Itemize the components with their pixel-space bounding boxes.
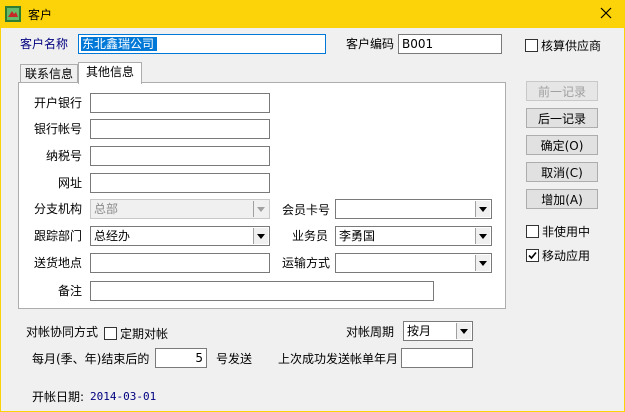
chevron-down-icon bbox=[257, 233, 265, 239]
bank-label: 开户银行 bbox=[34, 96, 83, 110]
chevron-down-icon bbox=[479, 260, 487, 266]
end-suffix-label: 号发送 bbox=[216, 352, 253, 366]
chevron-down-icon bbox=[257, 206, 265, 212]
supplier-checkbox-box[interactable] bbox=[525, 39, 538, 52]
customer-name-value: 东北鑫瑞公司 bbox=[82, 37, 155, 51]
tax-no-input[interactable] bbox=[90, 146, 270, 166]
app-icon bbox=[5, 6, 21, 22]
shipping-select-arrow[interactable] bbox=[475, 255, 490, 271]
regular-reconcile-checkbox-box[interactable] bbox=[104, 327, 117, 340]
prev-record-button[interactable]: 前一记录 bbox=[526, 81, 598, 101]
add-button[interactable]: 增加(A) bbox=[526, 189, 598, 209]
salesman-select-arrow[interactable] bbox=[475, 228, 490, 244]
mobile-app-checkbox[interactable]: 移动应用 bbox=[526, 247, 590, 264]
member-card-label: 会员卡号 bbox=[282, 203, 331, 217]
branch-label: 分支机构 bbox=[34, 202, 83, 216]
branch-select-arrow[interactable] bbox=[253, 201, 268, 217]
website-input[interactable] bbox=[90, 173, 270, 193]
bank-account-input[interactable] bbox=[90, 119, 270, 139]
next-record-button[interactable]: 后一记录 bbox=[526, 108, 598, 128]
chevron-down-icon bbox=[460, 328, 468, 334]
bank-input[interactable] bbox=[90, 93, 270, 113]
inactive-checkbox[interactable]: 非使用中 bbox=[526, 223, 590, 240]
shipping-label: 运输方式 bbox=[282, 256, 331, 270]
end-days-input[interactable] bbox=[155, 348, 207, 368]
cancel-button[interactable]: 取消(C) bbox=[526, 162, 598, 182]
dept-select-value: 总经办 bbox=[94, 229, 131, 243]
dept-select[interactable]: 总经办 bbox=[90, 226, 270, 246]
tab-other-info-label: 其他信息 bbox=[85, 65, 134, 79]
bank-account-label: 银行帐号 bbox=[34, 122, 83, 136]
customer-name-label: 客户名称 bbox=[20, 37, 69, 51]
dept-label: 跟踪部门 bbox=[34, 229, 83, 243]
website-label: 网址 bbox=[58, 176, 83, 190]
reconcile-period-label: 对帐周期 bbox=[346, 325, 395, 339]
reconcile-method-label: 对帐协同方式 bbox=[26, 325, 99, 339]
open-date-value: 2014-03-01 bbox=[90, 390, 157, 403]
chevron-down-icon bbox=[479, 233, 487, 239]
title-bar[interactable]: 客户 bbox=[0, 0, 625, 28]
salesman-label: 业务员 bbox=[292, 229, 329, 243]
regular-reconcile-checkbox[interactable]: 定期对帐 bbox=[104, 325, 168, 342]
last-sent-label: 上次成功发送帐单年月 bbox=[278, 352, 399, 366]
remark-label: 备注 bbox=[58, 284, 83, 298]
delivery-label: 送货地点 bbox=[34, 256, 83, 270]
reconcile-period-value: 按月 bbox=[407, 324, 432, 338]
window-title: 客户 bbox=[28, 8, 53, 22]
inactive-checkbox-box[interactable] bbox=[526, 225, 539, 238]
customer-code-label: 客户编码 bbox=[346, 37, 395, 51]
end-prefix-label: 每月(季、年)结束后的 bbox=[32, 352, 150, 366]
regular-reconcile-label: 定期对帐 bbox=[120, 327, 169, 341]
member-card-select[interactable] bbox=[335, 199, 492, 219]
mobile-app-checkbox-box[interactable] bbox=[526, 249, 539, 262]
last-sent-input[interactable] bbox=[401, 348, 473, 368]
ok-button[interactable]: 确定(O) bbox=[526, 135, 598, 155]
tab-contact-info-label: 联系信息 bbox=[24, 67, 73, 81]
tab-panel bbox=[18, 82, 506, 309]
open-date-label: 开帐日期: bbox=[32, 390, 85, 404]
customer-name-field[interactable]: 东北鑫瑞公司 bbox=[78, 34, 326, 54]
tax-no-label: 纳税号 bbox=[46, 149, 83, 163]
reconcile-period-select[interactable]: 按月 bbox=[403, 321, 473, 341]
inactive-checkbox-label: 非使用中 bbox=[542, 225, 591, 239]
supplier-checkbox-label: 核算供应商 bbox=[541, 39, 602, 53]
checkmark-icon bbox=[528, 251, 537, 260]
tab-contact-info[interactable]: 联系信息 bbox=[20, 64, 78, 84]
supplier-checkbox[interactable]: 核算供应商 bbox=[525, 37, 601, 54]
dept-select-arrow[interactable] bbox=[253, 228, 268, 244]
delivery-input[interactable] bbox=[90, 253, 270, 273]
close-icon bbox=[600, 7, 612, 22]
reconcile-period-arrow[interactable] bbox=[456, 323, 471, 339]
member-card-select-arrow[interactable] bbox=[475, 201, 490, 217]
tab-other-info[interactable]: 其他信息 bbox=[78, 62, 142, 84]
branch-select-value: 总部 bbox=[94, 202, 119, 216]
chevron-down-icon bbox=[479, 206, 487, 212]
mobile-app-checkbox-label: 移动应用 bbox=[542, 249, 591, 263]
close-button[interactable] bbox=[592, 2, 620, 26]
salesman-select-value: 李勇国 bbox=[339, 229, 376, 243]
salesman-select[interactable]: 李勇国 bbox=[335, 226, 492, 246]
branch-select[interactable]: 总部 bbox=[90, 199, 270, 219]
remark-input[interactable] bbox=[90, 281, 434, 301]
customer-code-input[interactable] bbox=[398, 34, 502, 54]
shipping-select[interactable] bbox=[335, 253, 492, 273]
